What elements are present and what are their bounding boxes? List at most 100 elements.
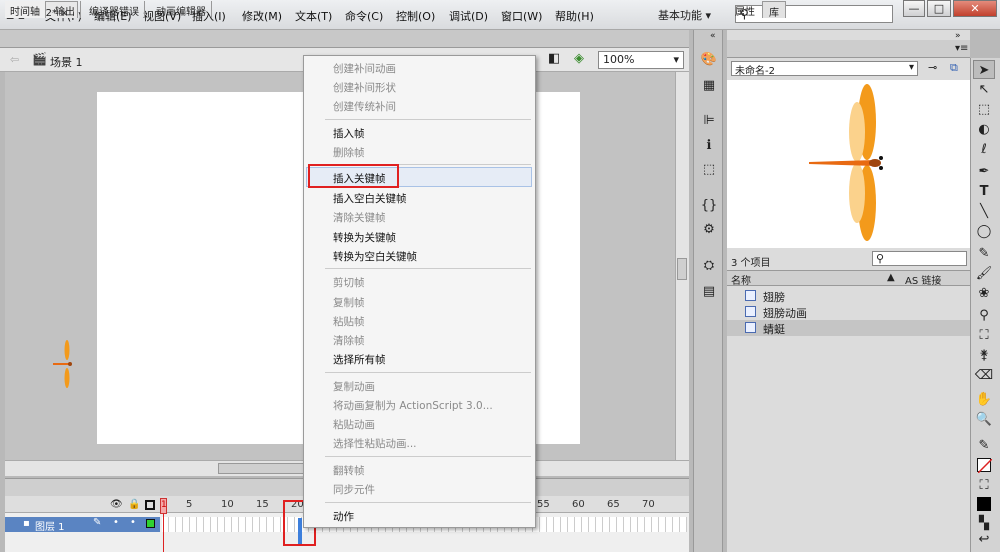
library-search-input[interactable]: ⚲ [872, 251, 967, 266]
menu-paste-frames[interactable]: 粘贴帧 [333, 314, 365, 329]
minimize-button[interactable]: — [903, 0, 925, 17]
back-arrow-icon[interactable]: ⇦ [10, 53, 19, 66]
menu-help[interactable]: 帮助(H) [555, 8, 594, 24]
menu-modify[interactable]: 修改(M) [242, 8, 282, 24]
library-document-select[interactable]: 未命名-2 ▾ [731, 61, 918, 77]
menu-convert-to-keyframes[interactable]: 转换为关键帧 [333, 230, 396, 245]
menu-text[interactable]: 文本(T) [295, 8, 332, 24]
horizontal-scroll-thumb[interactable] [218, 463, 308, 474]
line-tool-icon[interactable]: ╲ [973, 202, 995, 221]
code-snippets-icon[interactable]: {} [700, 198, 718, 214]
edit-scene-icon[interactable]: ◧ [548, 51, 560, 66]
lock-dot[interactable]: • [130, 517, 136, 528]
column-linkage-header[interactable]: AS 链接 [905, 272, 941, 287]
menu-paste-motion[interactable]: 粘贴动画 [333, 417, 375, 432]
menu-synchronize-symbols[interactable]: 同步元件 [333, 482, 375, 497]
components-icon[interactable]: ⚙ [700, 222, 718, 238]
menu-paste-motion-special[interactable]: 选择性粘贴动画... [333, 436, 417, 451]
lock-icon[interactable]: 🔒 [128, 499, 140, 510]
stroke-color-icon[interactable]: ✎ [973, 436, 995, 455]
transform-icon[interactable]: ⬚ [700, 162, 718, 178]
menu-create-shape-tween[interactable]: 创建补间形状 [333, 80, 396, 95]
tab-compiler-errors[interactable]: 编译器错误 [84, 1, 145, 18]
vertical-scroll-thumb[interactable] [677, 258, 687, 280]
panel-menu-icon[interactable]: ▾≡ [955, 43, 968, 54]
color-icon[interactable]: 🎨 [700, 52, 718, 68]
paint-bucket-tool-icon[interactable]: ⛶ [973, 326, 995, 345]
menu-copy-motion-as-as3[interactable]: 将动画复制为 ActionScript 3.0... [333, 398, 493, 413]
list-item[interactable]: 翅膀 [727, 288, 970, 304]
workspace-switcher[interactable]: 基本功能 ▾ [658, 7, 711, 23]
menu-commands[interactable]: 命令(C) [345, 8, 383, 24]
outline-icon[interactable] [145, 500, 155, 510]
subselection-tool-icon[interactable]: ↖ [973, 80, 995, 99]
pencil-tool-icon[interactable]: ✎ [973, 244, 995, 263]
zoom-select[interactable]: 100% ▾ [598, 51, 684, 69]
deco-tool-icon[interactable]: ❀ [973, 284, 995, 303]
menu-debug[interactable]: 调试(D) [449, 8, 488, 24]
menu-convert-to-blank-keyframes[interactable]: 转换为空白关键帧 [333, 249, 417, 264]
bone-tool-icon[interactable]: ⚲ [973, 306, 995, 325]
lasso-tool-icon[interactable]: ℓ [973, 140, 995, 159]
tab-timeline[interactable]: 时间轴 [5, 1, 46, 18]
selection-tool-icon[interactable]: ➤ [973, 60, 995, 79]
pin-icon[interactable]: ⊸ [928, 61, 937, 74]
oval-tool-icon[interactable]: ◯ [973, 222, 995, 241]
edit-symbol-icon[interactable]: ◈ [574, 51, 584, 66]
dragonfly-on-stage[interactable] [50, 338, 76, 390]
menu-control[interactable]: 控制(O) [396, 8, 435, 24]
layer-color-swatch[interactable] [146, 519, 155, 528]
motion-presets-icon[interactable]: ⛭ [700, 258, 718, 274]
menu-actions[interactable]: 动作 [333, 509, 354, 524]
eyedropper-tool-icon[interactable]: ⚵ [973, 346, 995, 365]
snap-to-objects-icon[interactable]: ↩ [973, 530, 995, 549]
tab-properties[interactable]: 属性 [729, 1, 761, 18]
menu-copy-frames[interactable]: 复制帧 [333, 295, 365, 310]
layer-row[interactable]: ▪ 图层 1 ✎ • • [5, 517, 160, 533]
brush-tool-icon[interactable]: 🖌 [973, 264, 995, 283]
new-library-panel-icon[interactable]: ⧉ [950, 61, 958, 75]
info-icon[interactable]: ℹ [700, 138, 718, 154]
menu-cut-frames[interactable]: 剪切帧 [333, 275, 365, 290]
menu-create-motion-tween[interactable]: 创建补间动画 [333, 61, 396, 76]
3d-rotation-tool-icon[interactable]: ◐ [973, 120, 995, 139]
column-name-header[interactable]: 名称 [731, 272, 751, 287]
list-item[interactable]: 翅膀动画 [727, 304, 970, 320]
pen-tool-icon[interactable]: ✒ [973, 162, 995, 181]
layer-name[interactable]: 图层 1 [35, 518, 65, 533]
tab-motion-editor[interactable]: 动画编辑器 [151, 1, 212, 18]
fill-color-swatch[interactable] [977, 497, 991, 511]
fill-color-icon[interactable]: ⛶ [973, 476, 995, 495]
menu-insert-blank-keyframe[interactable]: 插入空白关键帧 [333, 191, 407, 206]
eraser-tool-icon[interactable]: ⌫ [973, 366, 995, 385]
maximize-button[interactable]: □ [927, 0, 951, 17]
scene-label[interactable]: 场景 1 [50, 54, 83, 70]
menu-remove-frames[interactable]: 删除帧 [333, 145, 365, 160]
swatches-icon[interactable]: ▦ [700, 78, 718, 94]
tab-output[interactable]: 输出 [50, 1, 81, 18]
text-tool-icon[interactable]: T [973, 182, 995, 201]
align-icon[interactable]: ⊫ [700, 113, 718, 129]
eye-icon[interactable]: 👁 [110, 499, 123, 510]
zoom-tool-icon[interactable]: 🔍 [973, 410, 995, 429]
menu-copy-motion[interactable]: 复制动画 [333, 379, 375, 394]
menu-clear-frames[interactable]: 清除帧 [333, 333, 365, 348]
menu-reverse-frames[interactable]: 翻转帧 [333, 463, 365, 478]
menu-clear-keyframe[interactable]: 清除关键帧 [333, 210, 386, 225]
menu-insert-frame[interactable]: 插入帧 [333, 126, 365, 141]
visibility-dot[interactable]: • [113, 517, 119, 528]
hand-tool-icon[interactable]: ✋ [973, 390, 995, 409]
collapse-icon[interactable]: « [710, 31, 716, 41]
menu-select-all-frames[interactable]: 选择所有帧 [333, 352, 386, 367]
menu-window[interactable]: 窗口(W) [501, 8, 542, 24]
tab-library[interactable]: 库 [762, 1, 786, 19]
project-icon[interactable]: ▤ [700, 284, 718, 300]
close-button[interactable]: ✕ [953, 0, 997, 17]
list-item[interactable]: 蜻蜓 [727, 320, 970, 336]
menu-create-classic-tween[interactable]: 创建传统补间 [333, 99, 396, 114]
free-transform-tool-icon[interactable]: ⬚ [973, 100, 995, 119]
dragonfly-preview [809, 84, 883, 241]
playhead[interactable]: 1 [160, 498, 167, 514]
sort-icon[interactable]: ▲ [887, 272, 895, 283]
stroke-color-swatch[interactable] [977, 458, 993, 474]
